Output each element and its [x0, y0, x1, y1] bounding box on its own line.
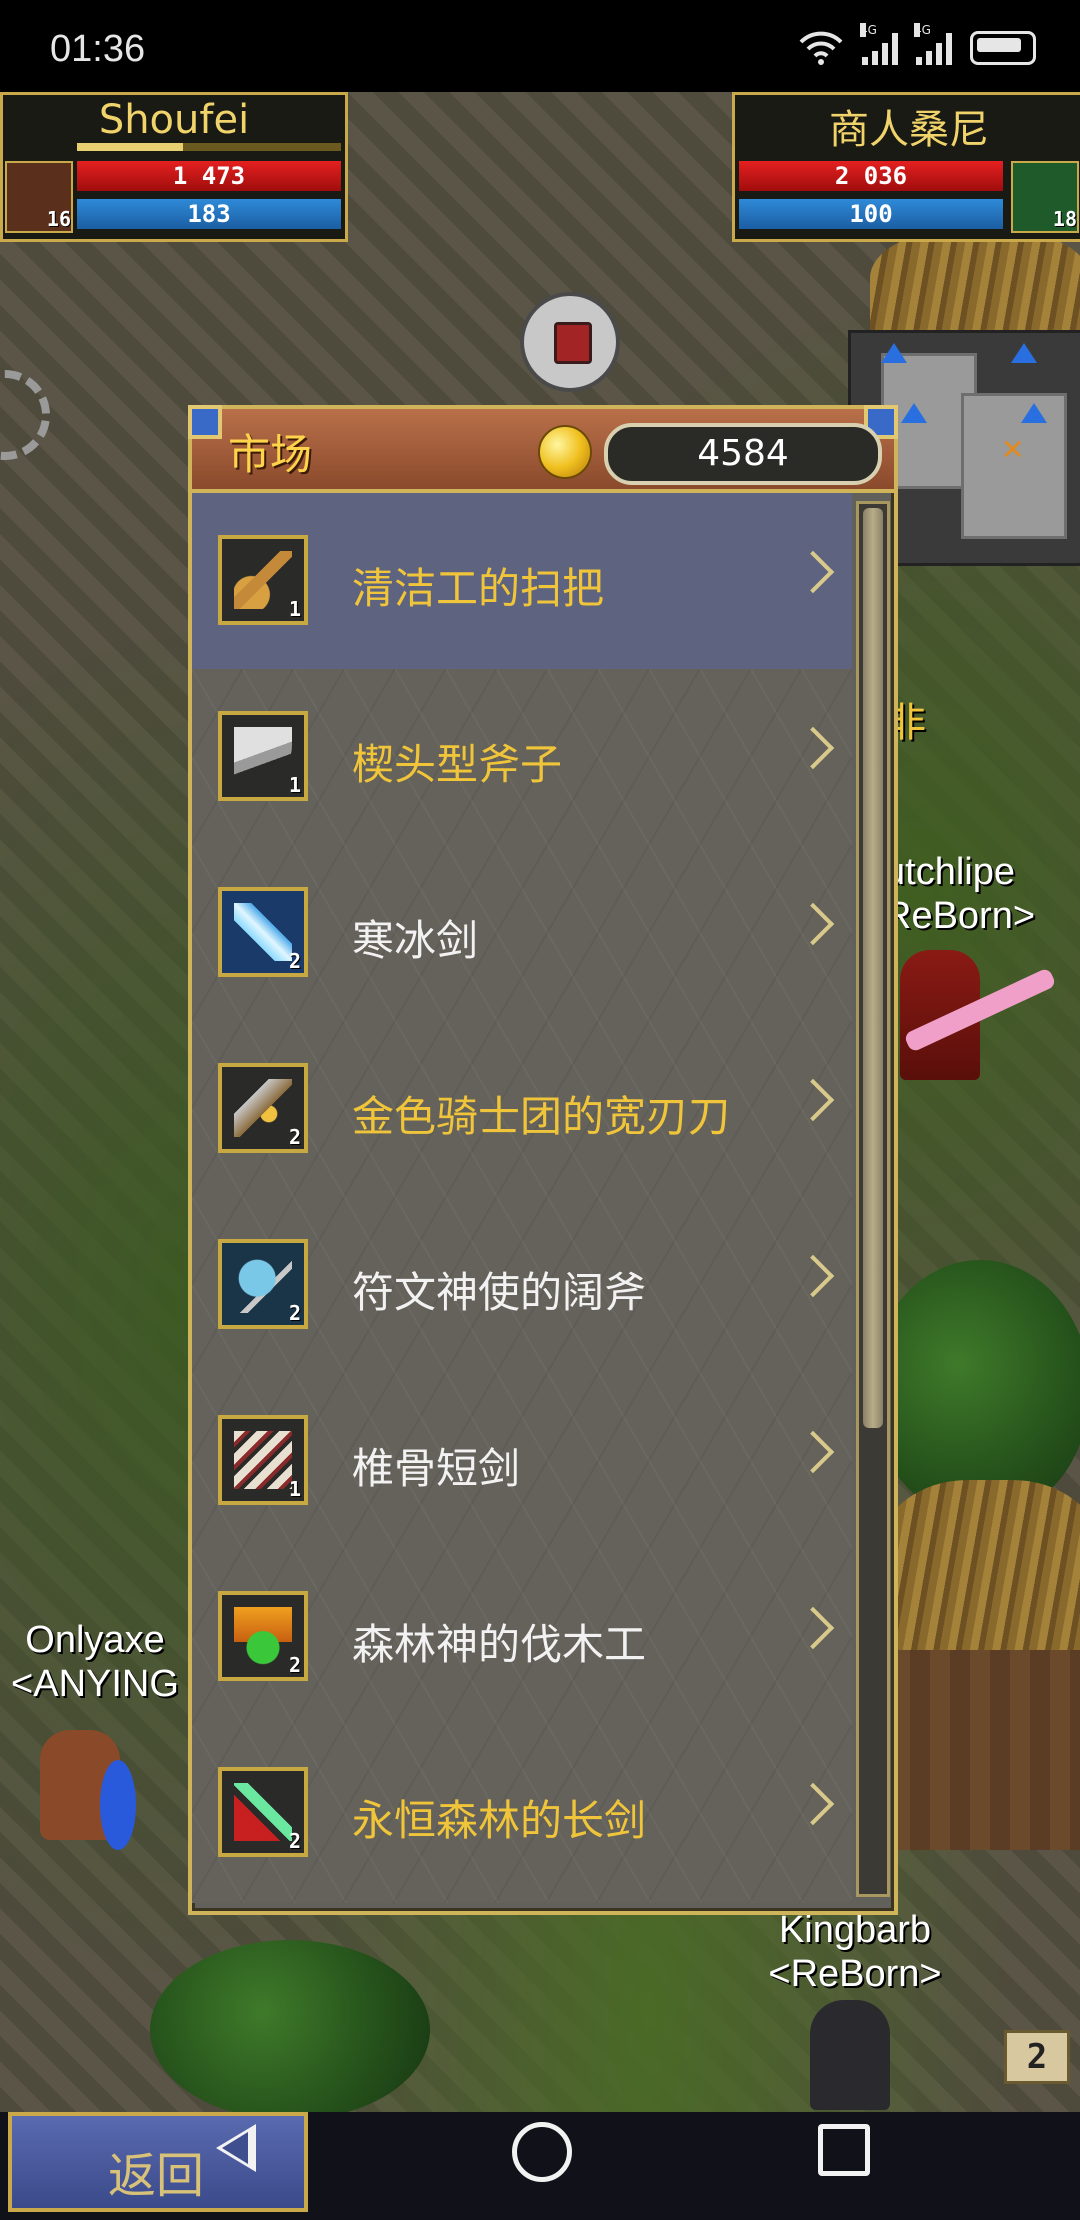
merchant-chest-icon[interactable] [520, 292, 620, 392]
chevron-right-icon [791, 1606, 835, 1650]
dark-knight-sprite[interactable] [810, 2000, 890, 2110]
battery-icon [970, 31, 1036, 65]
back-button[interactable]: 返回 [8, 2112, 308, 2212]
chevron-right-icon [791, 1254, 835, 1298]
player-label-utchlipe[interactable]: utchlipe ReBorn> [884, 850, 1080, 938]
market-header: 市场 4584 [188, 405, 898, 493]
rune-axe-icon: 2 [218, 1239, 308, 1329]
player-label-onlyaxe-guild: <ANYING [11, 1663, 179, 1705]
player-label-utchlipe-name: utchlipe [884, 851, 1015, 893]
player-label-utchlipe-guild: ReBorn> [884, 895, 1036, 937]
item-quantity: 2 [288, 949, 301, 973]
item-quantity: 2 [288, 1653, 301, 1677]
item-name: 楔头型斧子 [352, 740, 563, 789]
nav-back-icon[interactable] [216, 2124, 256, 2172]
player-name: Shoufei [98, 97, 250, 143]
minimap-marker-icon [1021, 403, 1047, 423]
market-title: 市场 [228, 430, 313, 479]
minimap-marker-icon [1011, 343, 1037, 363]
market-item[interactable]: 1 楔头型斧子 [192, 669, 852, 845]
item-quantity: 1 [288, 773, 301, 797]
player-xp-bar [77, 143, 341, 151]
market-scrollbar[interactable] [856, 501, 890, 1897]
minimap-player-icon: ✕ [1001, 433, 1025, 466]
target-name: 商人桑尼 [829, 107, 989, 153]
wifi-icon [799, 31, 843, 65]
item-name: 金色骑士团的宽刃刀 [352, 1092, 731, 1141]
blue-shield-sprite [100, 1760, 136, 1850]
item-name: 森林神的伐木工 [352, 1620, 647, 1669]
chevron-right-icon [791, 902, 835, 946]
item-name: 寒冰剑 [352, 916, 479, 965]
hut-wall [890, 1650, 1080, 1850]
item-name: 永恒森林的长剑 [352, 1796, 647, 1845]
chevron-right-icon [791, 726, 835, 770]
item-name: 符文神使的阔斧 [352, 1268, 647, 1317]
player-label-onlyaxe-name: Onlyaxe [25, 1619, 165, 1661]
tree [150, 1940, 430, 2120]
broom-icon: 1 [218, 535, 308, 625]
market-item-list[interactable]: 1 清洁工的扫把 1 楔头型斧子 2 寒冰剑 2 金色骑士团的宽刃刀 2 符文神… [192, 493, 852, 1903]
ice-sword-icon: 2 [218, 887, 308, 977]
axe-icon: 1 [218, 711, 308, 801]
network-type-1: 4G [860, 23, 877, 37]
item-quantity: 2 [288, 1301, 301, 1325]
market-item[interactable]: 1 椎骨短剑 [192, 1373, 852, 1549]
item-quantity: 2 [288, 1125, 301, 1149]
network-type-2: 4G [914, 23, 931, 37]
player-portrait[interactable]: 16 [5, 161, 73, 233]
target-frame[interactable]: 商人桑尼 2 036 100 18 [732, 92, 1080, 242]
status-icons: 4G 4G [798, 23, 1036, 66]
nav-home-icon[interactable] [512, 2122, 572, 2182]
forest-axe-icon: 2 [218, 1591, 308, 1681]
notification-badge[interactable]: 2 [1004, 2030, 1070, 2084]
status-time: 01:36 [50, 28, 146, 70]
player-hp-bar: 1 473 [77, 161, 341, 191]
target-hp-bar: 2 036 [739, 161, 1003, 191]
market-item[interactable]: 2 永恒森林的长剑 [192, 1725, 852, 1901]
target-mp-bar: 100 [739, 199, 1003, 229]
target-portrait[interactable]: 18 [1011, 161, 1079, 233]
player-mp-bar: 183 [77, 199, 341, 229]
chevron-right-icon [791, 1782, 835, 1826]
market-item[interactable]: 2 寒冰剑 [192, 845, 852, 1021]
gold-coin-icon [538, 425, 592, 479]
player-frame[interactable]: Shoufei 16 1 473 183 [0, 92, 348, 242]
chevron-right-icon [791, 1430, 835, 1474]
hut-roof [880, 1480, 1080, 1650]
broadblade-icon: 2 [218, 1063, 308, 1153]
market-panel: 市场 4584 1 清洁工的扫把 1 楔头型斧子 2 寒冰剑 2 金色骑士团的宽… [188, 405, 898, 1915]
player-label-kingbarb[interactable]: Kingbarb <ReBorn> [740, 1908, 970, 1996]
market-item[interactable]: 2 森林神的伐木工 [192, 1549, 852, 1725]
signal-2-icon: 4G [914, 23, 952, 65]
chevron-right-icon [791, 1078, 835, 1122]
item-quantity: 1 [288, 1477, 301, 1501]
target-level: 18 [1052, 207, 1077, 231]
item-quantity: 1 [288, 597, 301, 621]
market-item[interactable]: 2 符文神使的阔斧 [192, 1197, 852, 1373]
back-button-label: 返回 [108, 2148, 205, 2204]
signal-1-icon: 4G [860, 23, 898, 65]
bone-dagger-icon: 1 [218, 1415, 308, 1505]
longsword-icon: 2 [218, 1767, 308, 1857]
player-label-onlyaxe[interactable]: Onlyaxe <ANYING [0, 1618, 190, 1706]
player-label-kingbarb-guild: <ReBorn> [768, 1953, 942, 1995]
minimap-marker-icon [881, 343, 907, 363]
nav-recents-icon[interactable] [818, 2124, 870, 2176]
minimap-marker-icon [901, 403, 927, 423]
item-quantity: 2 [288, 1829, 301, 1853]
item-name: 椎骨短剑 [352, 1444, 521, 1493]
chevron-right-icon [791, 550, 835, 594]
market-item[interactable]: 1 清洁工的扫把 [192, 493, 852, 669]
status-bar: 01:36 4G 4G [0, 0, 1080, 92]
scrollbar-thumb[interactable] [863, 508, 883, 1428]
gold-amount: 4584 [604, 423, 882, 485]
item-name: 清洁工的扫把 [352, 564, 605, 613]
corner-ornament [188, 405, 222, 439]
market-item[interactable]: 2 金色骑士团的宽刃刀 [192, 1021, 852, 1197]
player-level: 16 [46, 207, 71, 231]
